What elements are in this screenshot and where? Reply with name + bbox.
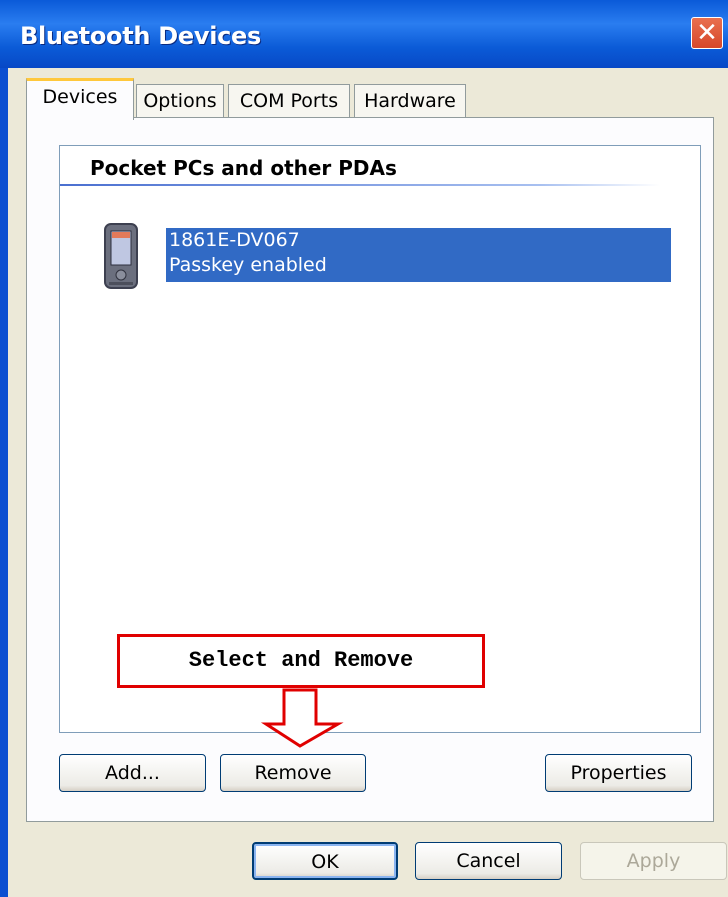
window-left-border (0, 68, 8, 897)
device-status: Passkey enabled (169, 254, 327, 276)
remove-button[interactable]: Remove (220, 754, 366, 792)
bluetooth-devices-dialog: Bluetooth Devices ✕ Devices Options COM … (0, 0, 728, 897)
title-bar[interactable]: Bluetooth Devices ✕ (0, 0, 728, 68)
down-arrow-icon (260, 688, 344, 748)
device-item-selected[interactable]: 1861E-DV067 Passkey enabled (166, 228, 671, 282)
cancel-button[interactable]: Cancel (415, 842, 562, 880)
device-name: 1861E-DV067 (169, 229, 300, 251)
window-title: Bluetooth Devices (20, 22, 262, 50)
pda-icon (104, 223, 138, 289)
add-button[interactable]: Add... (59, 754, 206, 792)
close-icon: ✕ (696, 18, 718, 48)
apply-button[interactable]: Apply (580, 842, 727, 880)
properties-button[interactable]: Properties (545, 754, 692, 792)
tab-options[interactable]: Options (136, 84, 224, 118)
annotation-callout: Select and Remove (117, 634, 485, 688)
tab-devices[interactable]: Devices (26, 78, 134, 120)
tab-hardware[interactable]: Hardware (354, 84, 466, 118)
annotation-text: Select and Remove (188, 648, 414, 673)
group-header: Pocket PCs and other PDAs (90, 156, 397, 180)
group-divider (60, 184, 660, 186)
tab-com-ports[interactable]: COM Ports (228, 84, 350, 118)
ok-button[interactable]: OK (252, 842, 398, 880)
close-button[interactable]: ✕ (691, 17, 723, 49)
